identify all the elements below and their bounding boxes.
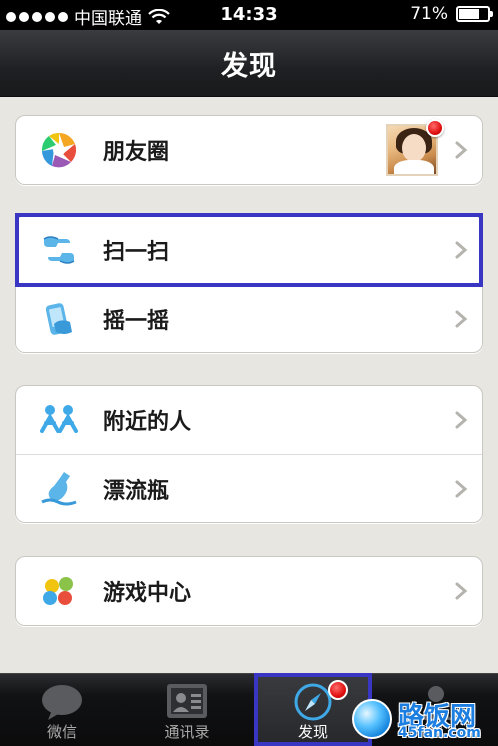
row-label-moments: 朋友圈 [103,140,170,165]
row-scan[interactable]: 扫一扫 [16,216,482,284]
tab-contacts[interactable]: 通讯录 [125,674,249,746]
row-people-nearby[interactable]: 附近的人 [16,386,482,454]
group-moments: 朋友圈 [15,115,483,185]
row-label-drift-bottle: 漂流瓶 [103,478,170,504]
chevron-right-icon [455,141,468,159]
row-drift-bottle[interactable]: 漂流瓶 [16,454,482,522]
page-title: 发现 [221,50,277,82]
chevron-right-icon [455,241,468,259]
shake-icon [45,302,72,335]
row-label-people-nearby: 附近的人 [103,410,192,435]
watermark-logo-icon [352,699,392,739]
chevron-right-icon [455,411,468,429]
moments-icon [41,132,77,168]
scan-icon [43,236,75,264]
site-watermark: 路饭网 45fan.com [346,695,496,745]
contacts-icon [167,684,207,718]
group-scan-shake: 扫一扫 摇一摇 [15,215,483,353]
row-game-center[interactable]: 游戏中心 [16,557,482,625]
new-notification-badge [426,119,444,137]
status-right: 71% [410,4,493,24]
group-nearby-bottle: 附近的人 漂流瓶 [15,385,483,523]
game-center-icon [43,577,73,605]
tab-label-chats: 微信 [46,723,77,741]
battery-percent: 71% [410,4,448,24]
tab-label-contacts: 通讯录 [164,723,210,741]
battery-icon [456,6,493,22]
tab-chats[interactable]: 微信 [0,674,124,746]
status-bar: 中国联通 14:33 71% [0,0,498,30]
chevron-right-icon [455,480,468,497]
row-label-game-center: 游戏中心 [103,581,192,606]
row-shake[interactable]: 摇一摇 [16,284,482,352]
drift-bottle-icon [41,471,77,505]
discover-badge [328,680,348,700]
people-nearby-icon [40,405,78,433]
watermark-url: 45fan.com [398,725,481,741]
chevron-right-icon [455,582,468,600]
row-label-shake: 摇一摇 [103,308,170,334]
row-label-scan: 扫一扫 [103,240,170,265]
navigation-bar: 发现 [0,30,498,97]
chat-bubble-icon [42,685,82,720]
chevron-right-icon [455,310,468,327]
row-moments[interactable]: 朋友圈 [16,116,482,184]
group-game-center: 游戏中心 [15,556,483,626]
